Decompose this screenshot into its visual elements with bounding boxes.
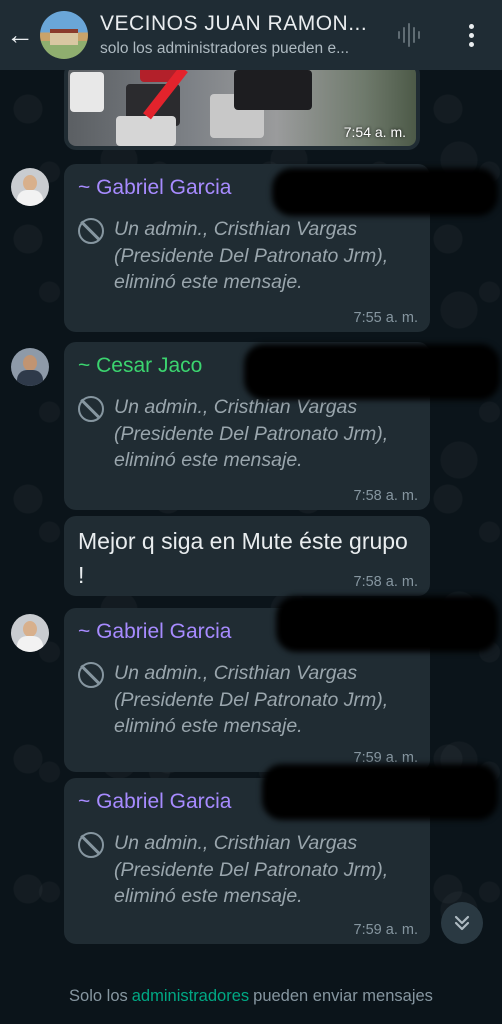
sender-name[interactable]: ~ Gabriel Garcia [78, 620, 231, 644]
deleted-message-text: Un admin., Cristhian Vargas (Presidente … [114, 218, 389, 293]
voice-call-icon[interactable] [398, 20, 428, 50]
ban-icon [78, 832, 104, 858]
admin-only-notice: Solo los administradores pueden enviar m… [0, 968, 502, 1024]
administrators-link[interactable]: administradores [132, 987, 249, 1006]
avatar-cesar[interactable] [11, 348, 49, 386]
group-info[interactable]: VECINOS JUAN RAMON... solo los administr… [100, 12, 380, 58]
message-time: 7:55 a. m. [353, 310, 418, 326]
more-vert-icon[interactable] [458, 18, 484, 52]
deleted-message: Un admin., Cristhian Vargas (Presidente … [78, 660, 398, 740]
deleted-message-text: Un admin., Cristhian Vargas (Presidente … [114, 832, 389, 907]
redaction-mark [262, 764, 498, 820]
sender-name[interactable]: ~ Gabriel Garcia [78, 790, 231, 814]
ban-icon [78, 218, 104, 244]
group-title: VECINOS JUAN RAMON... [100, 12, 368, 35]
notice-prefix: Solo los [69, 986, 128, 1005]
group-avatar[interactable] [40, 11, 88, 59]
deleted-message-text: Un admin., Cristhian Vargas (Presidente … [114, 396, 389, 471]
ban-icon [78, 396, 104, 422]
redaction-mark [272, 168, 498, 216]
message-time: 7:58 a. m. [353, 574, 418, 590]
traffic-photo[interactable]: 7:54 a. m. [68, 66, 416, 146]
chat-header: ← VECINOS JUAN RAMON... solo los adminis… [0, 0, 502, 70]
deleted-message: Un admin., Cristhian Vargas (Presidente … [78, 394, 398, 474]
sender-name[interactable]: ~ Cesar Jaco [78, 354, 202, 378]
redaction-mark [244, 344, 500, 400]
notice-suffix: pueden enviar mensajes [253, 986, 433, 1005]
message-bubble[interactable]: Mejor q siga en Mute éste grupo ! 7:58 a… [64, 516, 430, 596]
chevron-down-icon [454, 915, 470, 931]
ban-icon [78, 662, 104, 688]
sender-name[interactable]: ~ Gabriel Garcia [78, 176, 231, 200]
group-subtitle: solo los administradores pueden e... [100, 40, 350, 57]
scroll-down-button[interactable] [441, 902, 483, 944]
image-message[interactable]: 7:54 a. m. [64, 62, 420, 150]
avatar-gabriel[interactable] [11, 614, 49, 652]
deleted-message-text: Un admin., Cristhian Vargas (Presidente … [114, 662, 389, 737]
deleted-message: Un admin., Cristhian Vargas (Presidente … [78, 216, 398, 296]
message-time: 7:54 a. m. [343, 124, 406, 140]
avatar-gabriel[interactable] [11, 168, 49, 206]
back-arrow-icon[interactable]: ← [0, 0, 40, 70]
redaction-mark [276, 596, 498, 652]
message-time: 7:59 a. m. [353, 922, 418, 938]
deleted-message: Un admin., Cristhian Vargas (Presidente … [78, 830, 398, 910]
message-time: 7:58 a. m. [353, 488, 418, 504]
